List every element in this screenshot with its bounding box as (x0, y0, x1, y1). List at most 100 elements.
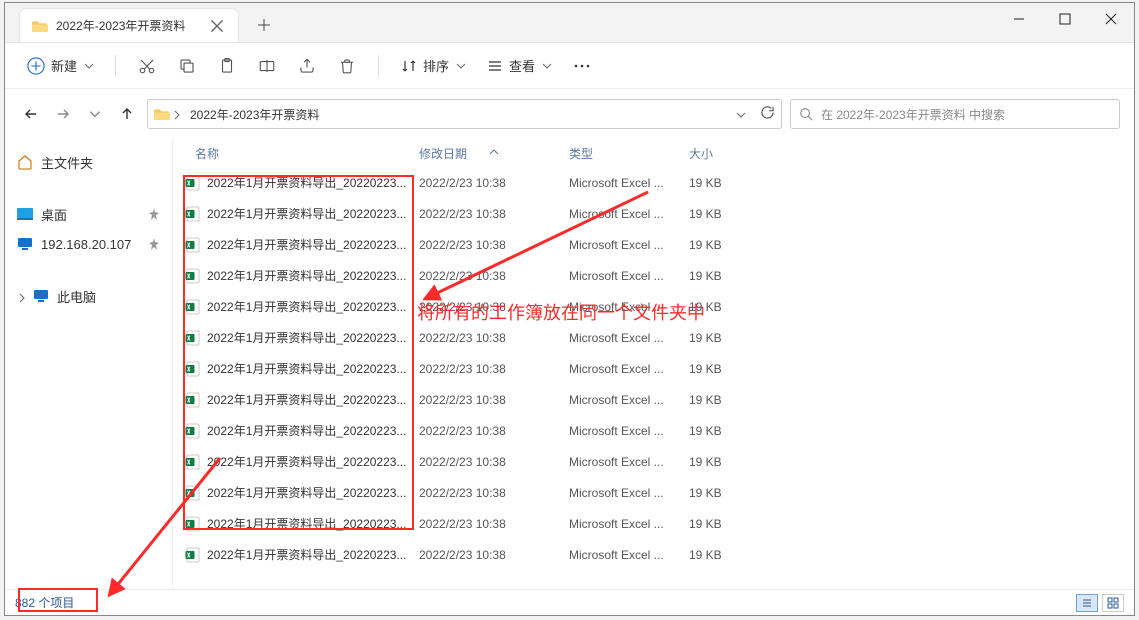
file-type: Microsoft Excel ... (569, 176, 689, 190)
view-button[interactable]: 查看 (479, 50, 559, 82)
file-date: 2022/2/23 10:38 (419, 455, 569, 469)
share-button[interactable] (290, 50, 324, 82)
sidebar-item-home[interactable]: 主文件夹 (11, 147, 166, 177)
view-icon (487, 58, 503, 74)
new-tab-button[interactable] (249, 10, 279, 40)
sidebar-item-thispc[interactable]: 此电脑 (11, 281, 166, 311)
file-type: Microsoft Excel ... (569, 455, 689, 469)
search-icon (799, 107, 813, 121)
file-name: 2022年1月开票资料导出_20220223... (207, 329, 406, 346)
file-row[interactable]: 2022年1月开票资料导出_20220223...2022/2/23 10:38… (181, 322, 1134, 353)
file-row[interactable]: 2022年1月开票资料导出_20220223...2022/2/23 10:38… (181, 477, 1134, 508)
file-size: 19 KB (689, 486, 759, 500)
column-header-date[interactable]: 修改日期 (419, 145, 569, 162)
file-name: 2022年1月开票资料导出_20220223... (207, 360, 406, 377)
view-details-button[interactable] (1076, 594, 1098, 612)
list-pane: 名称 修改日期 类型 大小 2022年1月开票资料导出_20220223... 2… (173, 139, 1134, 589)
file-type: Microsoft Excel ... (569, 548, 689, 562)
file-row[interactable]: 2022年1月开票资料导出_20220223...2022/2/23 10:38… (181, 167, 1134, 198)
file-row[interactable]: 2022年1月开票资料导出_20220223...2022/2/23 10:38… (181, 229, 1134, 260)
file-row[interactable]: 2022年1月开票资料导出_20220223... 2022/2/23 10:38… (181, 353, 1134, 384)
file-size: 19 KB (689, 362, 759, 376)
folder-icon (32, 19, 48, 33)
file-name: 2022年1月开票资料导出_20220223... (207, 453, 406, 470)
more-button[interactable] (565, 50, 599, 82)
excel-file-icon (185, 206, 201, 222)
file-name: 2022年1月开票资料导出_20220223... (207, 391, 406, 408)
file-name: 2022年1月开票资料导出_20220223... (207, 546, 406, 563)
pin-icon (148, 238, 160, 250)
home-icon (17, 154, 33, 170)
excel-file-icon (185, 361, 201, 377)
file-date: 2022/2/23 10:38 (419, 362, 569, 376)
file-type: Microsoft Excel ... (569, 207, 689, 221)
view-label: 查看 (509, 56, 535, 75)
column-header-type[interactable]: 类型 (569, 145, 689, 162)
sidebar-item-remote[interactable]: 192.168.20.107 (11, 229, 166, 259)
file-name: 2022年1月开票资料导出_20220223... (207, 422, 406, 439)
excel-file-icon (185, 485, 201, 501)
file-row[interactable]: 2022年1月开票资料导出_20220223...2022/2/23 10:38… (181, 384, 1134, 415)
column-header-size[interactable]: 大小 (689, 145, 759, 162)
sort-up-icon (489, 144, 499, 150)
copy-button[interactable] (170, 50, 204, 82)
file-size: 19 KB (689, 455, 759, 469)
sidebar-desktop-label: 桌面 (41, 205, 67, 224)
file-row[interactable]: 2022年1月开票资料导出_20220223...2022/2/23 10:38… (181, 260, 1134, 291)
chevron-down-icon[interactable] (736, 109, 746, 119)
back-button[interactable] (19, 102, 43, 126)
status-bar: 882 个项目 (5, 589, 1134, 615)
breadcrumb-root[interactable] (154, 107, 182, 121)
file-type: Microsoft Excel ... (569, 486, 689, 500)
file-date: 2022/2/23 10:38 (419, 548, 569, 562)
file-type: Microsoft Excel ... (569, 517, 689, 531)
file-name: 2022年1月开票资料导出_20220223... (207, 174, 406, 191)
minimize-button[interactable] (996, 3, 1042, 35)
file-row[interactable]: 2022年1月开票资料导出_20220223... 2022/2/23 10:38… (181, 539, 1134, 570)
annotation-text: 将所有的工作簿放在同一个文件夹中 (417, 299, 705, 325)
monitor-icon (17, 236, 33, 252)
file-date: 2022/2/23 10:38 (419, 424, 569, 438)
maximize-button[interactable] (1042, 3, 1088, 35)
chevron-down-icon (541, 60, 553, 72)
paste-button[interactable] (210, 50, 244, 82)
file-row[interactable]: 2022年1月开票资料导出_20220223... 2022/2/23 10:38… (181, 415, 1134, 446)
excel-file-icon (185, 299, 201, 315)
refresh-button[interactable] (760, 105, 775, 123)
file-name: 2022年1月开票资料导出_20220223... (207, 236, 406, 253)
delete-button[interactable] (330, 50, 364, 82)
file-size: 19 KB (689, 269, 759, 283)
sort-button[interactable]: 排序 (393, 50, 473, 82)
close-window-button[interactable] (1088, 3, 1134, 35)
file-row[interactable]: 2022年1月开票资料导出_20220223...2022/2/23 10:38… (181, 198, 1134, 229)
history-dropdown-button[interactable] (83, 102, 107, 126)
address-bar[interactable]: 2022年-2023年开票资料 (147, 99, 782, 129)
excel-file-icon (185, 175, 201, 191)
file-date: 2022/2/23 10:38 (419, 269, 569, 283)
excel-file-icon (185, 516, 201, 532)
file-list: 2022年1月开票资料导出_20220223... 2022/2/23 10:38… (173, 167, 1134, 589)
breadcrumb-segment[interactable]: 2022年-2023年开票资料 (190, 106, 319, 123)
up-button[interactable] (115, 102, 139, 126)
view-large-icons-button[interactable] (1102, 594, 1124, 612)
pin-icon (148, 208, 160, 220)
sidebar-item-desktop[interactable]: 桌面 (11, 199, 166, 229)
window-tab[interactable]: 2022年-2023年开票资料 (19, 8, 239, 42)
file-row[interactable]: 2022年1月开票资料导出_20220223... 2022/2/23 10:38… (181, 446, 1134, 477)
file-row[interactable]: 2022年1月开票资料导出_20220223...2022/2/23 10:38… (181, 508, 1134, 539)
forward-button[interactable] (51, 102, 75, 126)
column-header-name[interactable]: 名称 (195, 145, 419, 162)
chevron-right-icon[interactable] (17, 291, 27, 301)
body: 主文件夹 桌面 192.168.20.107 (5, 139, 1134, 589)
new-button[interactable]: 新建 (19, 50, 101, 82)
file-date: 2022/2/23 10:38 (419, 517, 569, 531)
tab-close-button[interactable] (210, 19, 224, 33)
plus-icon (27, 57, 45, 75)
search-box[interactable]: 在 2022年-2023年开票资料 中搜索 (790, 99, 1120, 129)
cut-button[interactable] (130, 50, 164, 82)
toolbar-divider (378, 55, 379, 77)
file-type: Microsoft Excel ... (569, 238, 689, 252)
rename-button[interactable] (250, 50, 284, 82)
excel-file-icon (185, 268, 201, 284)
excel-file-icon (185, 330, 201, 346)
